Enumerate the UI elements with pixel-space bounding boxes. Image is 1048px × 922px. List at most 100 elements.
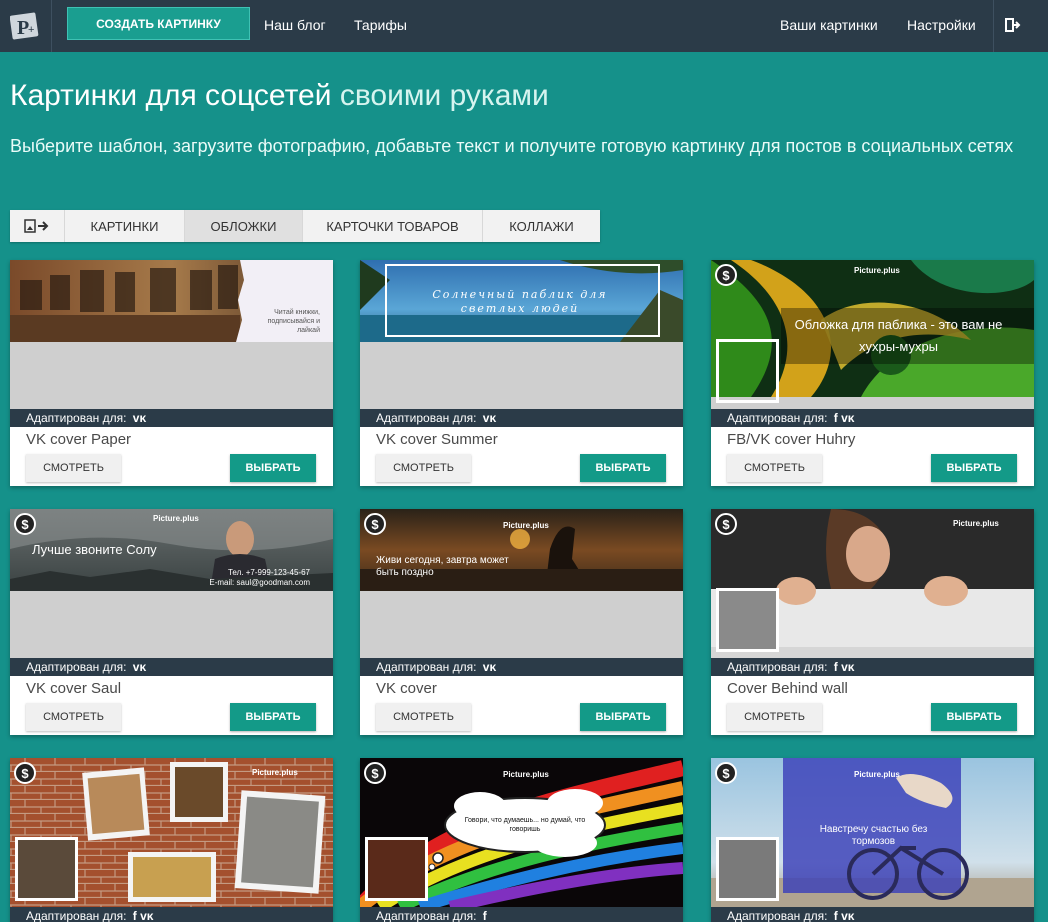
template-caption: Говори, что думаешь... но думай, что гов… [464, 817, 586, 833]
adapted-for-strip: Адаптирован для: f ᴠᴋ [711, 409, 1034, 427]
nav-your-images-link[interactable]: Ваши картинки [780, 17, 878, 33]
adapted-for-strip: Адаптирован для: f [360, 907, 683, 922]
tab-covers[interactable]: Обложки [185, 210, 303, 242]
tab-images[interactable]: Картинки [65, 210, 185, 242]
template-preview[interactable]: Picture.plus Говори, что думаешь... но д… [360, 758, 683, 907]
tab-collages[interactable]: Коллажи [483, 210, 600, 242]
adapted-label: Адаптирован для: [727, 909, 828, 922]
view-button[interactable]: Смотреть [376, 703, 471, 731]
adapted-for-strip: Адаптирован для: ᴠᴋ [360, 658, 683, 676]
adapted-label: Адаптирован для: [376, 660, 477, 674]
view-button[interactable]: Смотреть [727, 703, 822, 731]
nav-blog-link[interactable]: Наш блог [264, 17, 326, 33]
logo-icon: P + [10, 12, 39, 40]
template-name: VK cover Paper [26, 431, 132, 448]
choose-button[interactable]: Выбрать [230, 703, 316, 731]
adapted-for-strip: Адаптирован для: f ᴠᴋ [10, 907, 333, 922]
logout-icon[interactable] [1005, 17, 1021, 33]
template-card: $ Picture.plus Адаптирован для: f ᴠᴋ [10, 758, 333, 922]
template-preview[interactable]: Солнечный паблик для светлых людей [360, 260, 683, 409]
template-preview[interactable]: Picture.plus [10, 758, 333, 907]
template-preview[interactable]: Picture.plus Лучше звоните Солу Тел. +7-… [10, 509, 333, 658]
template-preview[interactable]: Picture.plus Навстречу счастью без тормо… [711, 758, 1034, 907]
platform-icons: ᴠᴋ [482, 411, 497, 425]
paid-badge-icon: $ [715, 264, 737, 286]
adapted-label: Адаптирован для: [26, 411, 127, 425]
template-phone: Тел. +7-999-123-45-67 [227, 568, 310, 577]
template-name: Cover Behind wall [727, 680, 848, 697]
view-button[interactable]: Смотреть [727, 454, 822, 482]
platform-icons: f ᴠᴋ [833, 909, 855, 922]
logo[interactable]: P + [0, 0, 52, 52]
nav-divider [993, 0, 994, 52]
photo-placeholder [365, 837, 428, 901]
page-title: Картинки для соцсетей своими руками [10, 79, 549, 113]
view-button[interactable]: Смотреть [376, 454, 471, 482]
template-card: Читай книжки, подписывайся и лайкай Адап… [10, 260, 333, 486]
create-image-button[interactable]: Создать картинку [67, 7, 250, 40]
template-card: $ Picture.plus Адаптирован для: f ᴠᴋ Cov… [711, 509, 1034, 735]
template-caption: Навстречу счастью без тормозов [819, 824, 928, 847]
adapted-for-strip: Адаптирован для: ᴠᴋ [10, 409, 333, 427]
adapted-label: Адаптирован для: [376, 909, 477, 922]
choose-button[interactable]: Выбрать [580, 703, 666, 731]
template-card: $ Picture.plus Навстречу счастью без тор… [711, 758, 1034, 922]
template-card: $ Picture.plus Говори, что думаешь... но… [360, 758, 683, 922]
template-card: $ Picture.plus Обложка для паблика - это… [711, 260, 1034, 486]
top-navbar: P + Создать картинку Наш блог Тарифы Ваш… [0, 0, 1048, 52]
page-subtitle: Выберите шаблон, загрузите фотографию, д… [10, 136, 1014, 156]
view-button[interactable]: Смотреть [26, 703, 121, 731]
paid-badge-icon: $ [364, 513, 386, 535]
adapted-label: Адаптирован для: [26, 909, 127, 922]
brand-watermark: Picture.plus [153, 514, 199, 523]
template-email: E-mail: saul@goodman.com [209, 578, 310, 587]
nav-settings-link[interactable]: Настройки [907, 17, 976, 33]
paid-badge-icon: $ [715, 762, 737, 784]
nav-tariffs-link[interactable]: Тарифы [354, 17, 407, 33]
adapted-for-strip: Адаптирован для: f ᴠᴋ [711, 658, 1034, 676]
page-title-accent: своими руками [339, 79, 549, 112]
brand-watermark: Picture.plus [503, 770, 549, 779]
template-preview[interactable]: Читай книжки, подписывайся и лайкай [10, 260, 333, 409]
template-caption: Лучше звоните Солу [32, 542, 157, 557]
paid-badge-icon: $ [14, 762, 36, 784]
template-card: $ Picture.plus Лучше звоните Солу Тел. +… [10, 509, 333, 735]
platform-icons: ᴠᴋ [132, 660, 147, 674]
template-caption: Живи сегодня, завтра может быть поздно [376, 555, 509, 578]
template-card: $ Picture.plus Живи сегодня, завтра може… [360, 509, 683, 735]
platform-icons: f [482, 909, 487, 922]
adapted-for-strip: Адаптирован для: f ᴠᴋ [711, 907, 1034, 922]
adapted-label: Адаптирован для: [376, 411, 477, 425]
view-button[interactable]: Смотреть [26, 454, 121, 482]
template-caption: Обложка для паблика - это вам не хухры-м… [794, 317, 1003, 354]
photo-placeholder [716, 588, 779, 652]
brand-watermark: Picture.plus [854, 266, 900, 275]
brand-watermark: Picture.plus [854, 770, 900, 779]
adapted-label: Адаптирован для: [26, 660, 127, 674]
platform-icons: ᴠᴋ [482, 660, 497, 674]
template-name: VK cover Summer [376, 431, 498, 448]
platform-icons: f ᴠᴋ [132, 909, 154, 922]
choose-button[interactable]: Выбрать [230, 454, 316, 482]
brand-watermark: Picture.plus [953, 519, 999, 528]
template-preview[interactable]: Picture.plus [711, 509, 1034, 658]
paid-badge-icon: $ [14, 513, 36, 535]
choose-button[interactable]: Выбрать [931, 703, 1017, 731]
template-card: Солнечный паблик для светлых людей Адапт… [360, 260, 683, 486]
template-preview[interactable]: Picture.plus Живи сегодня, завтра может … [360, 509, 683, 658]
tab-product-cards[interactable]: Карточки товаров [303, 210, 483, 242]
adapted-label: Адаптирован для: [727, 660, 828, 674]
template-name: VK cover [376, 680, 437, 697]
template-preview[interactable]: Picture.plus Обложка для паблика - это в… [711, 260, 1034, 409]
page-title-main: Картинки для соцсетей [10, 79, 332, 112]
image-import-icon [24, 219, 49, 233]
choose-button[interactable]: Выбрать [931, 454, 1017, 482]
template-name: VK cover Saul [26, 680, 122, 697]
photo-placeholder [15, 837, 78, 901]
platform-icons: f ᴠᴋ [833, 660, 855, 674]
platform-icons: ᴠᴋ [132, 411, 147, 425]
platform-icons: f ᴠᴋ [833, 411, 855, 425]
tab-upload-own[interactable] [10, 210, 65, 242]
choose-button[interactable]: Выбрать [580, 454, 666, 482]
paid-badge-icon: $ [715, 513, 737, 535]
